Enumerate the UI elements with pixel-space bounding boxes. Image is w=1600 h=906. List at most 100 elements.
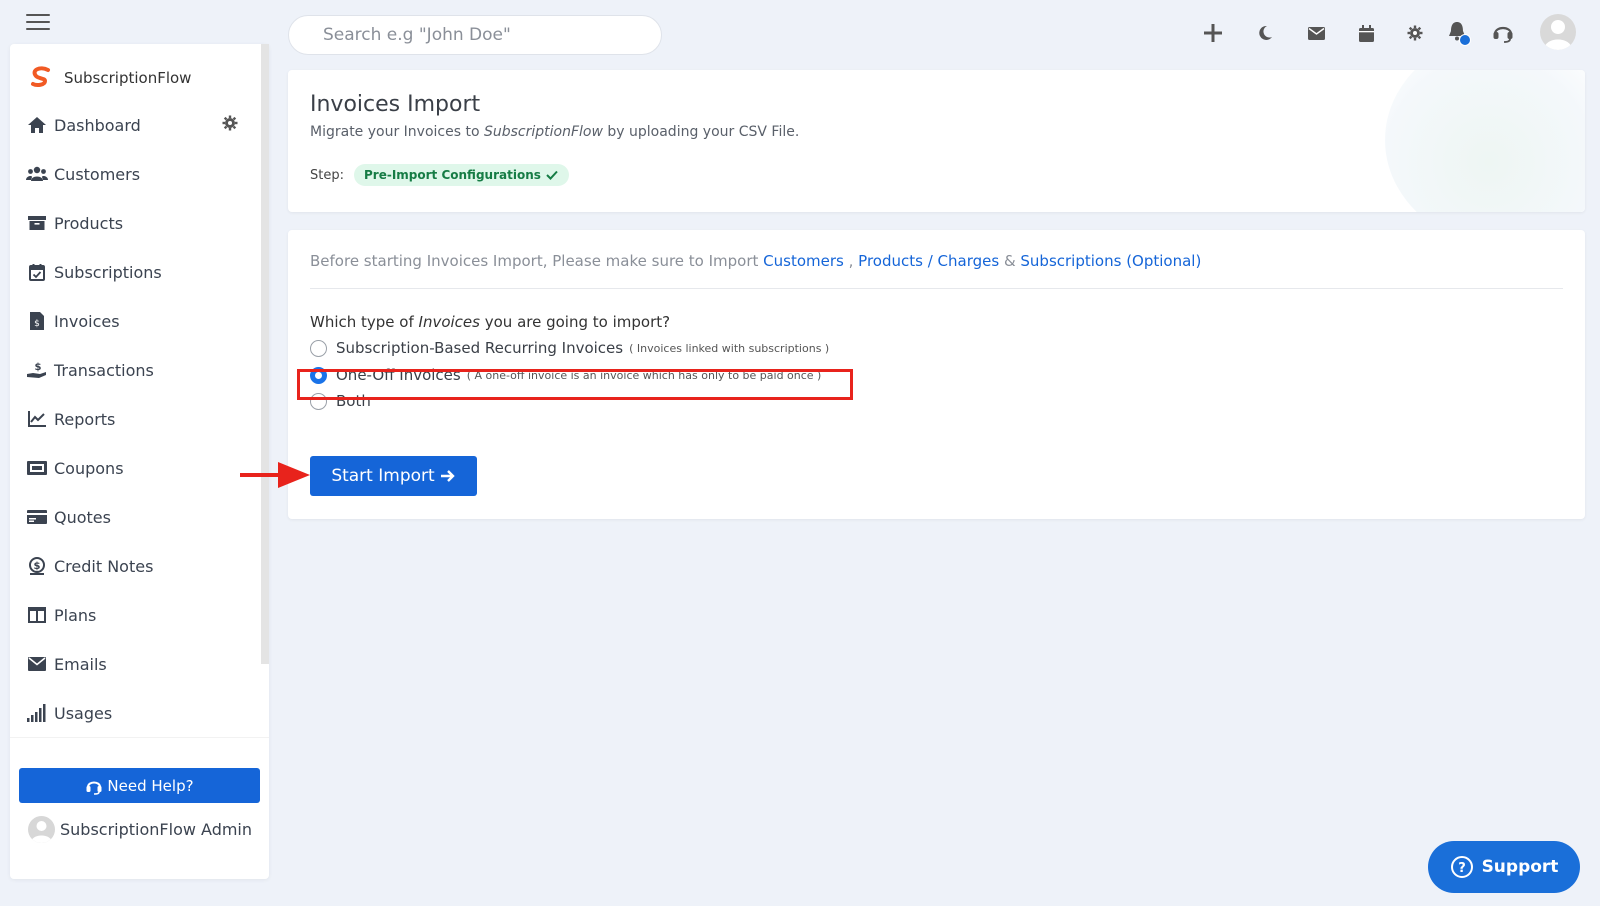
radio-button-selected[interactable]: [310, 366, 327, 384]
svg-text:$: $: [34, 561, 41, 572]
brand[interactable]: SubscriptionFlow: [28, 66, 191, 90]
option-label: One-Off Invoices: [336, 366, 461, 384]
hand-dollar-icon: $: [26, 360, 48, 380]
option-label: Subscription-Based Recurring Invoices: [336, 339, 624, 357]
question-prefix: Which type of: [310, 313, 419, 331]
sidebar-divider: [10, 737, 269, 738]
sidebar-item-reports[interactable]: Reports: [26, 409, 115, 429]
dashboard-settings-gear-icon[interactable]: [222, 115, 238, 135]
check-icon: [546, 170, 558, 180]
subscriptions-link[interactable]: Subscriptions (Optional): [1020, 252, 1201, 270]
envelope-icon[interactable]: [1301, 18, 1331, 48]
sidebar-item-label: Customers: [54, 164, 141, 184]
sidebar-item-products[interactable]: Products: [26, 213, 123, 233]
headset-icon: [86, 781, 102, 795]
headset-support-icon[interactable]: [1488, 18, 1518, 48]
sidebar-item-emails[interactable]: Emails: [26, 654, 107, 674]
columns-icon: [26, 605, 48, 625]
sidebar-item-label: Reports: [54, 409, 116, 429]
products-charges-link[interactable]: Products / Charges: [858, 252, 999, 270]
sidebar-item-plans[interactable]: Plans: [26, 605, 96, 625]
sidebar-item-customers[interactable]: Customers: [26, 164, 140, 184]
customers-link[interactable]: Customers: [763, 252, 844, 270]
moon-icon[interactable]: [1250, 18, 1280, 48]
sidebar-item-label: Credit Notes: [54, 556, 154, 576]
bell-notification-icon[interactable]: [1445, 18, 1475, 48]
home-icon: [26, 115, 48, 135]
svg-text:$: $: [34, 319, 40, 329]
dollar-circle-icon: $: [26, 556, 48, 576]
chart-line-icon: [26, 409, 48, 429]
import-prerequisite-notice: Before starting Invoices Import, Please …: [310, 252, 1201, 270]
need-help-label: Need Help?: [107, 776, 194, 795]
notice-separator: ,: [843, 252, 859, 270]
radio-button[interactable]: [310, 339, 327, 357]
admin-profile[interactable]: SubscriptionFlow Admin: [28, 816, 252, 843]
import-config-card: Before starting Invoices Import, Please …: [288, 230, 1585, 519]
quote-card-icon: [26, 507, 48, 527]
sidebar-item-label: Coupons: [54, 458, 124, 478]
calendar-icon[interactable]: [1351, 18, 1381, 48]
search-input[interactable]: [288, 15, 662, 55]
option-one-off[interactable]: One-Off Invoices ( A one-off invoice is …: [310, 366, 821, 384]
page-title: Invoices Import: [310, 92, 481, 117]
svg-text:?: ?: [1458, 861, 1466, 876]
sidebar-item-subscriptions[interactable]: Subscriptions: [26, 262, 162, 282]
decorative-background: [1385, 70, 1585, 212]
svg-text:$: $: [35, 362, 42, 373]
sidebar-item-label: Products: [54, 213, 124, 233]
sidebar-item-quotes[interactable]: Quotes: [26, 507, 111, 527]
step-badge: Pre-Import Configurations: [354, 164, 569, 186]
users-icon: [26, 164, 48, 184]
need-help-button[interactable]: Need Help?: [19, 768, 260, 803]
import-header-card: Invoices Import Migrate your Invoices to…: [288, 70, 1585, 212]
sidebar-item-usages[interactable]: Usages: [26, 703, 112, 723]
invoice-type-question: Which type of Invoices you are going to …: [310, 313, 670, 331]
divider: [310, 288, 1563, 289]
sidebar-item-label: Dashboard: [54, 115, 141, 135]
admin-name: SubscriptionFlow Admin: [60, 820, 253, 839]
sidebar-item-coupons[interactable]: Coupons: [26, 458, 124, 478]
envelope-icon: [26, 654, 48, 674]
sidebar-item-label: Quotes: [54, 507, 111, 527]
plus-icon[interactable]: [1198, 18, 1228, 48]
signal-bars-icon: [26, 703, 48, 723]
sidebar-item-dashboard[interactable]: Dashboard: [26, 115, 141, 135]
start-import-button[interactable]: Start Import: [310, 456, 477, 496]
step-value: Pre-Import Configurations: [364, 168, 541, 182]
option-hint: ( A one-off invoice is an invoice which …: [466, 368, 822, 382]
sidebar-item-label: Subscriptions: [54, 262, 162, 282]
option-both[interactable]: Both: [310, 392, 371, 410]
arrow-right-icon: [440, 470, 455, 482]
calendar-check-icon: [26, 262, 48, 282]
question-circle-icon: ?: [1450, 856, 1473, 878]
subtitle-prefix: Migrate your Invoices to: [310, 124, 484, 140]
support-button[interactable]: ? Support: [1428, 841, 1580, 893]
option-label: Both: [336, 392, 371, 410]
sidebar-item-label: Plans: [54, 605, 97, 625]
option-subscription-based[interactable]: Subscription-Based Recurring Invoices ( …: [310, 339, 829, 357]
red-arrow-annotation-icon: [240, 462, 310, 488]
user-avatar[interactable]: [1540, 14, 1576, 50]
page-subtitle: Migrate your Invoices to SubscriptionFlo…: [310, 124, 799, 140]
sidebar: SubscriptionFlow Dashboard Customers Pro…: [10, 44, 269, 879]
question-suffix: you are going to import?: [479, 313, 671, 331]
hamburger-menu-icon[interactable]: [26, 14, 50, 30]
sidebar-item-label: Emails: [54, 654, 107, 674]
radio-button[interactable]: [310, 392, 327, 410]
notice-separator: &: [999, 252, 1021, 270]
subscriptionflow-logo-icon: [31, 66, 50, 87]
sidebar-item-transactions[interactable]: $ Transactions: [26, 360, 154, 380]
gear-icon[interactable]: [1400, 18, 1430, 48]
subtitle-suffix: by uploading your CSV File.: [602, 124, 800, 140]
sidebar-scrollbar[interactable]: [261, 44, 269, 664]
sidebar-item-invoices[interactable]: $ Invoices: [26, 311, 120, 331]
sidebar-item-credit-notes[interactable]: $ Credit Notes: [26, 556, 153, 576]
box-icon: [26, 213, 48, 233]
avatar: [28, 816, 55, 843]
ticket-icon: [26, 458, 48, 478]
sidebar-item-label: Usages: [54, 703, 113, 723]
sidebar-item-label: Transactions: [54, 360, 154, 380]
question-emphasis: Invoices: [418, 313, 480, 331]
sidebar-item-label: Invoices: [54, 311, 120, 331]
